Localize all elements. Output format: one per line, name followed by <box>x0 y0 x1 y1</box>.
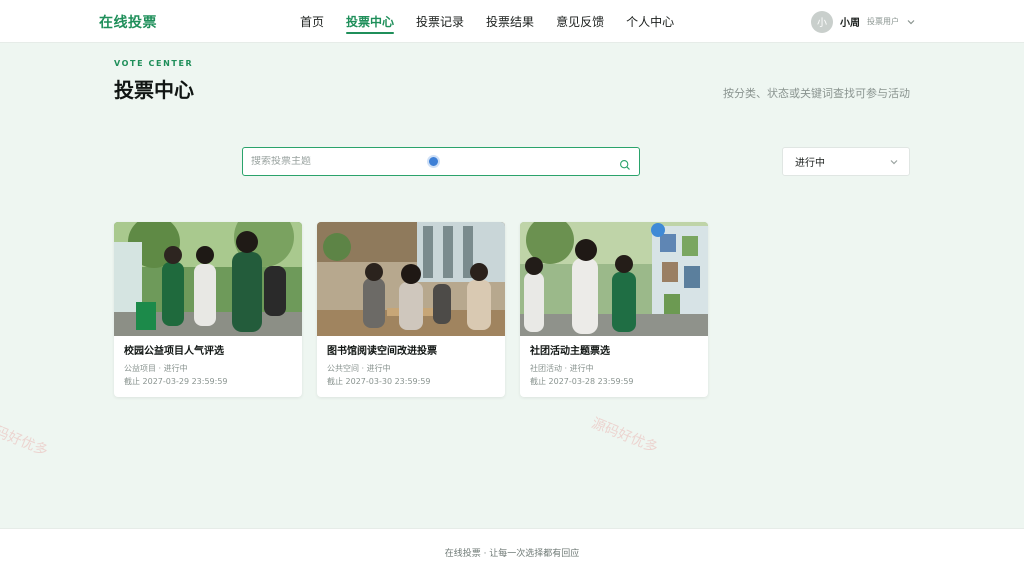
chevron-down-icon <box>889 157 899 167</box>
vote-card[interactable]: 图书馆阅读空间改进投票 公共空间 · 进行中 截止 2027-03-30 23:… <box>317 222 505 397</box>
card-image-library-space <box>317 222 505 336</box>
vote-card[interactable]: 社团活动主题票选 社团活动 · 进行中 截止 2027-03-28 23:59:… <box>520 222 708 397</box>
card-title: 图书馆阅读空间改进投票 <box>327 346 437 357</box>
card-title: 社团活动主题票选 <box>530 346 610 357</box>
vote-card[interactable]: 校园公益项目人气评选 公益项目 · 进行中 截止 2027-03-29 23:5… <box>114 222 302 397</box>
brand-logo-text[interactable]: 在线投票 <box>99 12 157 32</box>
card-title: 校园公益项目人气评选 <box>124 346 224 357</box>
card-deadline: 截止 2027-03-30 23:59:59 <box>327 377 431 386</box>
nav-vote-results[interactable]: 投票结果 <box>486 0 534 43</box>
status-filter-select[interactable]: 进行中 <box>782 147 910 176</box>
nav-home[interactable]: 首页 <box>300 0 324 43</box>
search-icon[interactable] <box>619 156 631 170</box>
avatar: 小 <box>811 10 833 33</box>
card-meta: 公共空间 · 进行中 <box>327 364 391 373</box>
vote-card-list: 校园公益项目人气评选 公益项目 · 进行中 截止 2027-03-29 23:5… <box>114 222 708 397</box>
card-image-campus-charity <box>114 222 302 336</box>
user-menu[interactable]: 小 小周 投票用户 <box>811 10 916 33</box>
card-deadline: 截止 2027-03-29 23:59:59 <box>124 377 228 386</box>
user-name: 小周 <box>840 18 860 29</box>
card-image-club-activity <box>520 222 708 336</box>
nav-feedback[interactable]: 意见反馈 <box>556 0 604 43</box>
chevron-down-icon <box>906 17 916 27</box>
status-filter-value: 进行中 <box>795 158 825 169</box>
page-footer: 在线投票 · 让每一次选择都有回应 <box>0 528 1024 576</box>
search-box <box>242 147 640 176</box>
nav-vote-records[interactable]: 投票记录 <box>416 0 464 43</box>
nav-vote-center[interactable]: 投票中心 <box>346 0 395 43</box>
page-title: 投票中心 <box>114 78 194 102</box>
page-description: 按分类、状态或关键词查找可参与活动 <box>723 87 910 100</box>
section-eyebrow: VOTE CENTER <box>114 59 194 68</box>
card-deadline: 截止 2027-03-28 23:59:59 <box>530 377 634 386</box>
watermark: 源码好优多 <box>589 415 661 457</box>
nav-profile[interactable]: 个人中心 <box>626 0 674 43</box>
search-input[interactable] <box>251 156 619 167</box>
top-navigation-bar: 在线投票 首页 投票中心 投票记录 投票结果 意见反馈 个人中心 小 小周 投票… <box>0 0 1024 43</box>
main-nav: 首页 投票中心 投票记录 投票结果 意见反馈 个人中心 <box>300 0 674 43</box>
card-meta: 社团活动 · 进行中 <box>530 364 594 373</box>
card-meta: 公益项目 · 进行中 <box>124 364 188 373</box>
footer-text: 在线投票 · 让每一次选择都有回应 <box>444 549 580 559</box>
user-role: 投票用户 <box>867 17 899 26</box>
watermark: 源码好优多 <box>0 418 51 460</box>
